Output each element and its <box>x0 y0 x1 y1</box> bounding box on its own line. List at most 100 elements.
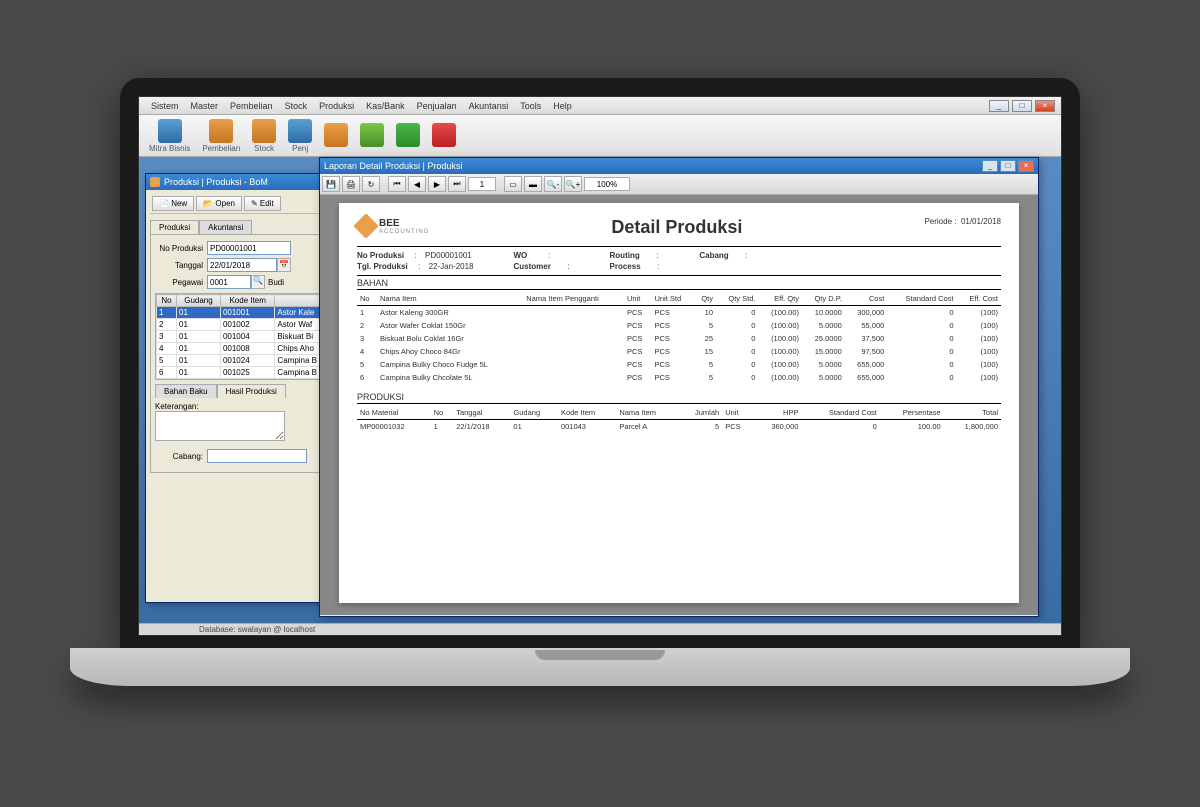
section-bahan: BAHAN <box>357 278 1001 290</box>
table-row[interactable]: 301001004Biskuat Bi <box>157 331 334 343</box>
logo: BEEACCOUNTING <box>357 217 429 235</box>
toolbar-penjualan[interactable]: Penj <box>282 117 318 155</box>
table-row[interactable]: 501001024Campina B <box>157 355 334 367</box>
statusbar: Database: swalayan @ localhost <box>139 623 1061 635</box>
toolbar-pembelian[interactable]: Pembelian <box>196 117 246 155</box>
refresh-icon[interactable]: ↻ <box>362 176 380 192</box>
bom-tabs: Produksi Akuntansi <box>150 220 340 234</box>
label-cabang: Cabang: <box>155 452 207 461</box>
report-titlebar[interactable]: Laporan Detail Produksi | Produksi _ □ × <box>320 158 1038 174</box>
bahan-grid[interactable]: NoGudangKode Item 101001001Astor Kale 20… <box>155 293 335 380</box>
minimize-icon[interactable]: _ <box>982 160 998 172</box>
bom-titlebar[interactable]: Produksi | Produksi - BoM <box>146 174 344 190</box>
menu-help[interactable]: Help <box>547 101 578 111</box>
label-no-produksi: No Produksi <box>155 244 207 253</box>
table-row[interactable]: 401001008Chips Aho <box>157 343 334 355</box>
last-page-icon[interactable]: ⏭ <box>448 176 466 192</box>
calendar-icon[interactable]: 📅 <box>277 258 291 272</box>
table-row: 2Astor Wafer Coklat 150GrPCSPCS50(100.00… <box>357 319 1001 332</box>
box-icon <box>209 119 233 143</box>
chart-icon <box>360 123 384 147</box>
cabang-select[interactable] <box>207 449 307 463</box>
refresh-icon <box>396 123 420 147</box>
table-row[interactable]: 101001001Astor Kale <box>157 307 334 319</box>
toolbar-chart[interactable] <box>354 121 390 150</box>
new-button[interactable]: 📄 New <box>152 196 194 211</box>
edit-button[interactable]: ✎ Edit <box>244 196 281 211</box>
report-viewport[interactable]: BEEACCOUNTING Detail Produksi Periode : … <box>320 195 1038 615</box>
mdi-maximize-icon[interactable]: □ <box>1012 100 1032 112</box>
maximize-icon[interactable]: □ <box>1000 160 1016 172</box>
people-icon <box>158 119 182 143</box>
tanggal-input[interactable] <box>207 258 277 272</box>
table-row: MP00001032122/1/201801001043Parcel A5PCS… <box>357 420 1001 434</box>
toolbar-kas[interactable] <box>318 121 354 150</box>
zoom-in-icon[interactable]: 🔍+ <box>564 176 582 192</box>
first-page-icon[interactable]: ⏮ <box>388 176 406 192</box>
bag-icon <box>288 119 312 143</box>
power-icon <box>432 123 456 147</box>
tab-bahan-baku[interactable]: Bahan Baku <box>155 384 217 398</box>
no-produksi-input[interactable] <box>207 241 291 255</box>
table-row[interactable]: 201001002Astor Waf <box>157 319 334 331</box>
keterangan-input[interactable] <box>155 411 285 441</box>
mdi-minimize-icon[interactable]: _ <box>989 100 1009 112</box>
label-keterangan: Keterangan: <box>155 402 335 411</box>
zoom-select[interactable] <box>584 177 630 191</box>
report-window: Laporan Detail Produksi | Produksi _ □ ×… <box>319 157 1039 617</box>
fit-page-icon[interactable]: ▭ <box>504 176 522 192</box>
toolbar-power[interactable] <box>426 121 462 150</box>
menu-akuntansi[interactable]: Akuntansi <box>463 101 515 111</box>
pegawai-input[interactable] <box>207 275 251 289</box>
menu-stock[interactable]: Stock <box>279 101 314 111</box>
search-icon[interactable]: 🔍 <box>251 275 265 289</box>
table-row: 4Chips Ahoy Choco 84GrPCSPCS150(100.00)1… <box>357 345 1001 358</box>
menu-produksi[interactable]: Produksi <box>313 101 360 111</box>
table-row[interactable]: 601001025Campina B <box>157 367 334 379</box>
table-row: 5Campina Bulky Choco Fudge 5LPCSPCS50(10… <box>357 358 1001 371</box>
report-heading: Detail Produksi <box>611 217 742 238</box>
bahan-table: NoNama ItemNama Item Pengganti UnitUnit … <box>357 292 1001 384</box>
table-row: 1Astor Kaleng 300GRPCSPCS100(100.00)10.0… <box>357 306 1001 320</box>
label-tanggal: Tanggal <box>155 261 207 270</box>
mdi-close-icon[interactable]: × <box>1035 100 1055 112</box>
bom-title-text: Produksi | Produksi - BoM <box>164 177 340 187</box>
menu-tools[interactable]: Tools <box>514 101 547 111</box>
open-button[interactable]: 📂 Open <box>196 196 242 211</box>
laptop-frame: Sistem Master Pembelian Stock Produksi K… <box>120 78 1080 718</box>
main-toolbar: Mitra Bisnis Pembelian Stock Penj <box>139 115 1061 157</box>
bottom-tabs: Bahan Baku Hasil Produksi <box>155 384 335 398</box>
prev-page-icon[interactable]: ◀ <box>408 176 426 192</box>
zoom-out-icon[interactable]: 🔍- <box>544 176 562 192</box>
produksi-table: No MaterialNoTanggal GudangKode ItemNama… <box>357 406 1001 433</box>
screen: Sistem Master Pembelian Stock Produksi K… <box>138 96 1062 636</box>
next-page-icon[interactable]: ▶ <box>428 176 446 192</box>
report-window-controls: _ □ × <box>982 160 1034 172</box>
bee-icon <box>150 177 160 187</box>
close-icon[interactable]: × <box>1018 160 1034 172</box>
save-icon[interactable]: 💾 <box>322 176 340 192</box>
toolbar-mitra-bisnis[interactable]: Mitra Bisnis <box>143 117 196 155</box>
laptop-base <box>70 648 1130 686</box>
toolbar-stock[interactable]: Stock <box>246 117 282 155</box>
toolbar-refresh[interactable] <box>390 121 426 150</box>
report-toolbar: 💾 🖨 ↻ ⏮ ◀ ▶ ⏭ ▭ ▬ 🔍- 🔍+ <box>320 174 1038 195</box>
tab-hasil-produksi[interactable]: Hasil Produksi <box>217 384 286 398</box>
money-icon <box>324 123 348 147</box>
fit-width-icon[interactable]: ▬ <box>524 176 542 192</box>
menu-pembelian[interactable]: Pembelian <box>224 101 279 111</box>
label-pegawai: Pegawai <box>155 278 207 287</box>
menu-sistem[interactable]: Sistem <box>145 101 185 111</box>
page-input[interactable] <box>468 177 496 191</box>
report-title-text: Laporan Detail Produksi | Produksi <box>324 161 982 171</box>
bee-logo-icon <box>353 213 378 238</box>
menu-master[interactable]: Master <box>185 101 225 111</box>
menu-kasbank[interactable]: Kas/Bank <box>360 101 411 111</box>
menu-penjualan[interactable]: Penjualan <box>411 101 463 111</box>
tab-akuntansi[interactable]: Akuntansi <box>199 220 252 234</box>
print-icon[interactable]: 🖨 <box>342 176 360 192</box>
pegawai-name: Budi <box>268 278 284 287</box>
package-icon <box>252 119 276 143</box>
bom-form: No Produksi Tanggal 📅 Pegawai 🔍Budi NoGuda… <box>150 234 340 473</box>
tab-produksi[interactable]: Produksi <box>150 220 199 234</box>
